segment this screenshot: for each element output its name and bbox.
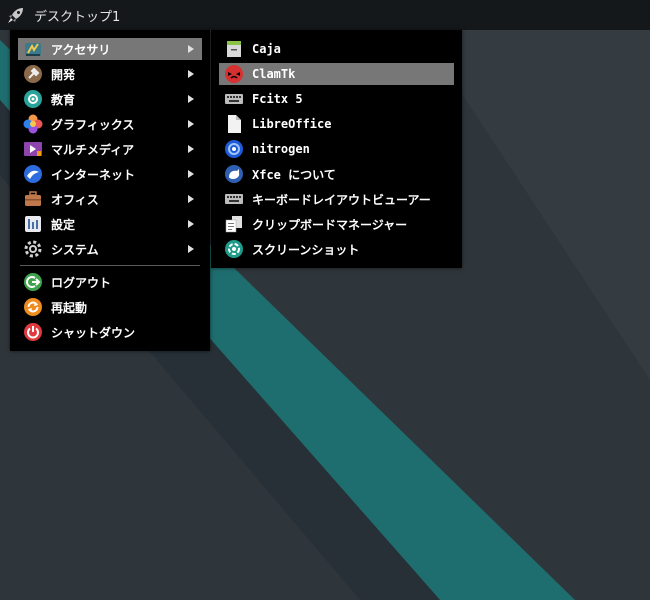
menu-item-label: 再起動 <box>51 300 88 315</box>
logout-icon <box>24 273 42 291</box>
submenu-arrow-icon <box>188 70 194 78</box>
taskbar: デスクトップ1 <box>0 0 650 30</box>
submenu-item-label: キーボードレイアウトビューアー <box>252 192 431 207</box>
menu-item-label: オフィス <box>51 192 99 207</box>
menu-item-label: マルチメディア <box>51 142 135 157</box>
workspace-title[interactable]: デスクトップ1 <box>34 6 120 25</box>
menu-item-multimedia[interactable]: マルチメディア <box>18 138 202 160</box>
keyboard-icon <box>225 94 243 104</box>
menu-item-label: グラフィックス <box>51 117 135 132</box>
clipboard-icon <box>225 216 242 233</box>
submenu-item-label: LibreOffice <box>252 117 332 131</box>
submenu-arrow-icon <box>188 220 194 228</box>
restart-icon <box>24 298 42 316</box>
system-icon <box>24 240 42 258</box>
menu-item-restart[interactable]: 再起動 <box>18 296 202 318</box>
office-icon <box>25 191 41 206</box>
document-icon <box>228 115 241 133</box>
menu-item-graphics[interactable]: グラフィックス <box>18 113 202 135</box>
submenu-item-keyboard-layout-viewer[interactable]: キーボードレイアウトビューアー <box>219 188 454 210</box>
menu-separator <box>20 265 200 266</box>
multimedia-icon <box>24 142 42 156</box>
submenu-arrow-icon <box>188 95 194 103</box>
wallpaper-icon <box>225 140 243 158</box>
settings-icon <box>25 216 41 232</box>
submenu-item-label: Caja <box>252 42 281 56</box>
submenu-item-label: スクリーンショット <box>252 242 360 257</box>
screenshot-icon <box>225 240 243 258</box>
menu-item-internet[interactable]: インターネット <box>18 163 202 185</box>
submenu-item-label: Xfce について <box>252 167 336 182</box>
education-icon <box>24 90 42 108</box>
application-menu: アクセサリ 開発 教育 グラフィックス マルチメディア インターネット オフィス… <box>10 30 210 351</box>
xfce-mouse-icon <box>225 165 243 183</box>
internet-icon <box>24 165 42 183</box>
menu-item-development[interactable]: 開発 <box>18 63 202 85</box>
submenu-arrow-icon <box>188 145 194 153</box>
menu-item-label: 教育 <box>51 92 76 107</box>
menu-item-shutdown[interactable]: シャットダウン <box>18 321 202 343</box>
submenu-item-label: ClamTk <box>252 67 296 81</box>
submenu-item-screenshot[interactable]: スクリーンショット <box>219 238 454 260</box>
menu-item-label: ログアウト <box>51 275 112 290</box>
submenu-arrow-icon <box>188 195 194 203</box>
file-manager-icon <box>227 41 241 57</box>
submenu-item-clipboard-manager[interactable]: クリップボードマネージャー <box>219 213 454 235</box>
submenu-item-label: Fcitx 5 <box>252 92 303 106</box>
menu-item-settings[interactable]: 設定 <box>18 213 202 235</box>
submenu-arrow-icon <box>188 170 194 178</box>
clamtk-icon <box>225 65 243 83</box>
rocket-icon[interactable] <box>6 5 26 25</box>
menu-item-office[interactable]: オフィス <box>18 188 202 210</box>
keyboard-layout-icon <box>225 194 243 204</box>
menu-item-education[interactable]: 教育 <box>18 88 202 110</box>
development-icon <box>24 65 42 83</box>
menu-item-label: 開発 <box>51 67 76 82</box>
menu-item-system[interactable]: システム <box>18 238 202 260</box>
accessories-icon <box>25 43 41 56</box>
submenu-item-about-xfce[interactable]: Xfce について <box>219 163 454 185</box>
submenu-item-libreoffice[interactable]: LibreOffice <box>219 113 454 135</box>
menu-item-label: アクセサリ <box>51 42 111 57</box>
menu-item-label: インターネット <box>51 167 136 182</box>
submenu-item-fcitx5[interactable]: Fcitx 5 <box>219 88 454 110</box>
graphics-icon <box>23 114 43 134</box>
submenu-arrow-icon <box>188 245 194 253</box>
submenu-item-label: クリップボードマネージャー <box>252 217 408 232</box>
menu-item-label: システム <box>51 242 99 257</box>
submenu-item-nitrogen[interactable]: nitrogen <box>219 138 454 160</box>
submenu-arrow-icon <box>188 45 194 53</box>
menu-item-label: 設定 <box>51 217 76 232</box>
shutdown-icon <box>24 323 42 341</box>
submenu-item-label: nitrogen <box>252 142 310 156</box>
menu-item-label: シャットダウン <box>51 325 136 340</box>
menu-item-logout[interactable]: ログアウト <box>18 271 202 293</box>
submenu-item-caja[interactable]: Caja <box>219 38 454 60</box>
submenu-item-clamtk[interactable]: ClamTk <box>219 63 454 85</box>
accessories-submenu: Caja ClamTk Fcitx 5 LibreOffice nitrogen… <box>211 30 462 268</box>
submenu-arrow-icon <box>188 120 194 128</box>
menu-item-accessories[interactable]: アクセサリ <box>18 38 202 60</box>
